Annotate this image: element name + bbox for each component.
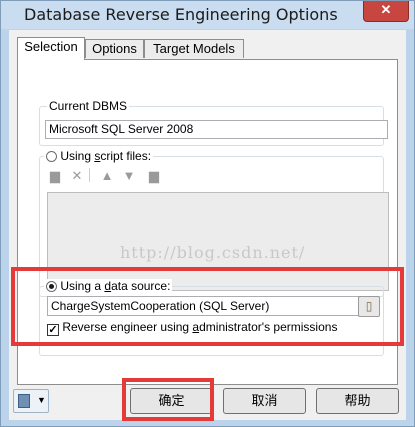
data-source-browse-button[interactable]: ▯ <box>358 296 380 317</box>
document-icon <box>18 394 30 408</box>
delete-icon[interactable]: ✕ <box>69 168 85 184</box>
database-icon: ▯ <box>365 299 373 313</box>
toolbar-separator <box>89 168 92 182</box>
tab-options[interactable]: Options <box>85 39 144 58</box>
close-button[interactable]: ✕ <box>363 1 409 22</box>
script-files-label: Using script files: <box>60 149 152 163</box>
window-title: Database Reverse Engineering Options <box>24 5 338 24</box>
data-source-option[interactable]: Using a data source: <box>44 279 173 293</box>
current-dbms-field: Microsoft SQL Server 2008 <box>45 120 388 139</box>
script-files-radio[interactable] <box>46 151 57 162</box>
admin-permissions-checkbox[interactable]: ✓ <box>47 324 59 336</box>
move-down-icon[interactable]: ▼ <box>121 168 137 184</box>
script-files-list[interactable] <box>47 192 389 291</box>
dialog-client-area: Selection Options Target Models Current … <box>9 30 406 420</box>
folder-icon[interactable]: ▆ <box>146 168 162 184</box>
tab-selection[interactable]: Selection <box>17 37 85 60</box>
current-dbms-label: Current DBMS <box>47 99 130 113</box>
add-file-icon[interactable]: ▆ <box>47 168 63 184</box>
script-files-option[interactable]: Using script files: <box>44 149 154 163</box>
dialog-window: Database Reverse Engineering Options ✕ S… <box>0 0 415 427</box>
move-up-icon[interactable]: ▲ <box>99 168 115 184</box>
data-source-radio[interactable] <box>46 281 57 292</box>
script-files-toolbar: ▆ ✕ ▲ ▼ ▆ <box>47 168 187 184</box>
selection-panel: Current DBMS Microsoft SQL Server 2008 U… <box>17 59 398 385</box>
tab-target-models[interactable]: Target Models <box>144 39 244 58</box>
cancel-button[interactable]: 取消 <box>223 388 306 414</box>
admin-permissions-label: Reverse engineer using administrator's p… <box>62 320 338 334</box>
title-bar[interactable]: Database Reverse Engineering Options ✕ <box>1 1 414 29</box>
menu-dropdown-button[interactable]: ▼ <box>13 389 49 413</box>
help-button[interactable]: 帮助 <box>316 388 399 414</box>
chevron-down-icon: ▼ <box>37 395 46 405</box>
watermark-text: http://blog.csdn.net/ <box>120 243 306 262</box>
data-source-field[interactable]: ChargeSystemCooperation (SQL Server) <box>47 296 363 316</box>
ok-button[interactable]: 确定 <box>130 388 213 414</box>
admin-permissions-option[interactable]: ✓ Reverse engineer using administrator's… <box>47 320 337 336</box>
data-source-label: Using a data source: <box>60 279 171 293</box>
